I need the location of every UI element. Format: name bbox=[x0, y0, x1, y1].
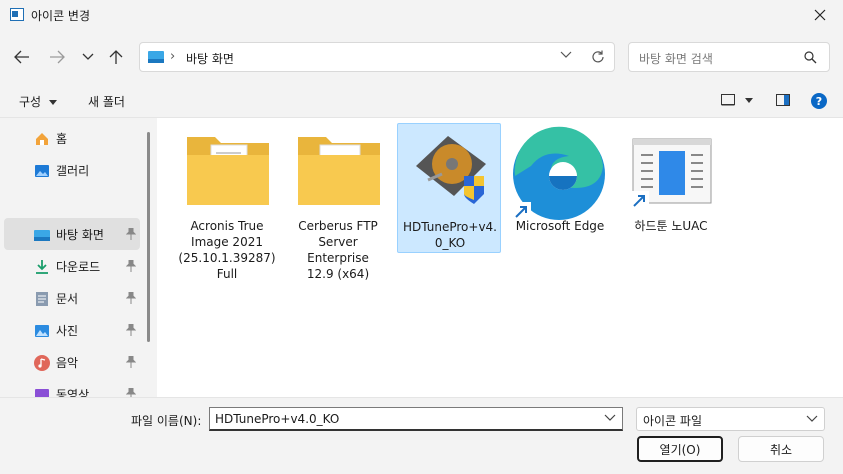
file-name: Cerberus FTP Server Enterprise 12.9 (x64… bbox=[298, 219, 378, 281]
filetype-value: 아이콘 파일 bbox=[643, 414, 703, 428]
document-icon bbox=[36, 292, 48, 306]
filetype-select[interactable]: 아이콘 파일 bbox=[636, 407, 825, 431]
filename-input[interactable]: HDTunePro+v4.0_KO bbox=[209, 407, 623, 431]
hdd-shield-icon bbox=[416, 136, 486, 204]
dialog-footer: 파일 이름(N): HDTunePro+v4.0_KO 아이콘 파일 열기(O)… bbox=[0, 397, 843, 474]
arrow-up-icon bbox=[109, 50, 123, 64]
window-title: 아이콘 변경 bbox=[31, 9, 91, 23]
file-item-edge[interactable]: Microsoft Edge bbox=[508, 123, 612, 253]
edge-icon bbox=[511, 126, 605, 222]
command-bar: 구성 새 폴더 ? bbox=[0, 86, 843, 116]
video-icon bbox=[35, 389, 49, 397]
cancel-button[interactable]: 취소 bbox=[738, 436, 824, 462]
help-button[interactable]: ? bbox=[811, 93, 827, 112]
chevron-down-icon[interactable] bbox=[560, 51, 572, 59]
pin-icon bbox=[126, 260, 136, 272]
sidebar-item-label: 다운로드 bbox=[56, 260, 101, 274]
sidebar-item-label: 동영상 bbox=[56, 388, 90, 397]
file-name: HDTunePro+v4. 0_KO bbox=[402, 220, 497, 250]
folder-icon bbox=[298, 137, 380, 205]
file-name: 하드툰 노UAC bbox=[634, 219, 708, 233]
chevron-down-icon bbox=[82, 53, 94, 60]
arrow-right-icon bbox=[50, 50, 65, 64]
file-name: Acronis True Image 2021 (25.10.1.39287) … bbox=[178, 219, 276, 281]
close-icon bbox=[814, 9, 826, 21]
filename-label: 파일 이름(N): bbox=[131, 414, 202, 428]
file-item-hardtoon-nouac[interactable]: 하드툰 노UAC bbox=[619, 123, 723, 253]
sidebar-item-gallery[interactable]: 갤러리 bbox=[4, 154, 140, 186]
caret-down-icon bbox=[744, 98, 753, 103]
desktop-icon bbox=[148, 51, 164, 63]
sidebar-item-videos[interactable]: 동영상 bbox=[4, 378, 140, 397]
preview-pane-icon bbox=[776, 94, 790, 106]
view-options-button[interactable] bbox=[721, 94, 753, 109]
breadcrumb-separator: › bbox=[170, 49, 176, 64]
sidebar-item-label: 홈 bbox=[56, 132, 68, 146]
sidebar-item-label: 바탕 화면 bbox=[56, 228, 104, 242]
gallery-icon bbox=[35, 165, 49, 177]
sidebar-scrollbar[interactable] bbox=[147, 132, 150, 342]
home-icon bbox=[36, 133, 48, 145]
refresh-icon[interactable] bbox=[590, 49, 606, 65]
file-name: Microsoft Edge bbox=[515, 219, 605, 233]
search-input[interactable]: 바탕 화면 검색 bbox=[628, 42, 830, 72]
sidebar-item-label: 갤러리 bbox=[56, 164, 90, 178]
title-bar: 아이콘 변경 bbox=[0, 0, 843, 30]
picture-icon bbox=[35, 325, 49, 337]
file-item-acronis[interactable]: Acronis True Image 2021 (25.10.1.39287) … bbox=[175, 123, 279, 281]
address-bar[interactable]: › 바탕 화면 bbox=[139, 42, 615, 72]
desktop-icon bbox=[34, 230, 50, 241]
organize-button[interactable]: 구성 bbox=[19, 93, 57, 110]
up-button[interactable] bbox=[105, 46, 127, 68]
folder-icon bbox=[187, 137, 269, 205]
view-icon bbox=[721, 94, 735, 106]
pin-icon bbox=[126, 356, 136, 368]
svg-text:?: ? bbox=[816, 95, 822, 108]
sidebar-item-desktop[interactable]: 바탕 화면 bbox=[4, 218, 140, 250]
sidebar-item-downloads[interactable]: 다운로드 bbox=[4, 250, 140, 282]
close-button[interactable] bbox=[797, 0, 843, 30]
navigation-bar: › 바탕 화면 바탕 화면 검색 bbox=[0, 34, 843, 80]
organize-label: 구성 bbox=[19, 95, 42, 109]
back-button[interactable] bbox=[11, 46, 33, 68]
pin-icon bbox=[126, 388, 136, 397]
pin-icon bbox=[126, 292, 136, 304]
file-item-hdtunepro[interactable]: HDTunePro+v4. 0_KO bbox=[397, 123, 501, 253]
sidebar-item-pictures[interactable]: 사진 bbox=[4, 314, 140, 346]
forward-button[interactable] bbox=[46, 46, 68, 68]
filename-value[interactable]: HDTunePro+v4.0_KO bbox=[215, 412, 339, 426]
sidebar-item-label: 사진 bbox=[56, 324, 79, 338]
sidebar-item-label: 음악 bbox=[56, 356, 79, 370]
navigation-pane: 홈 갤러리 바탕 화면 다운로드 문서 사진 음악 동영상 bbox=[0, 118, 150, 397]
help-icon: ? bbox=[811, 93, 827, 109]
download-icon bbox=[36, 260, 48, 274]
chevron-down-icon[interactable] bbox=[604, 414, 616, 422]
sidebar-item-home[interactable]: 홈 bbox=[4, 122, 140, 154]
caret-down-icon bbox=[48, 100, 57, 105]
window-app-icon bbox=[10, 8, 24, 21]
sidebar-item-documents[interactable]: 문서 bbox=[4, 282, 140, 314]
search-placeholder: 바탕 화면 검색 bbox=[639, 52, 713, 66]
file-list: Acronis True Image 2021 (25.10.1.39287) … bbox=[157, 118, 843, 397]
chevron-down-icon bbox=[806, 415, 818, 422]
recent-locations-button[interactable] bbox=[77, 46, 99, 68]
app-window-icon bbox=[629, 138, 712, 211]
pin-icon bbox=[126, 228, 136, 240]
sidebar-item-music[interactable]: 음악 bbox=[4, 346, 140, 378]
file-item-cerberus[interactable]: Cerberus FTP Server Enterprise 12.9 (x64… bbox=[286, 123, 390, 281]
open-button[interactable]: 열기(O) bbox=[637, 436, 723, 462]
arrow-left-icon bbox=[14, 50, 29, 64]
breadcrumb-desktop[interactable]: 바탕 화면 bbox=[186, 50, 234, 67]
search-icon bbox=[804, 51, 817, 64]
preview-pane-button[interactable] bbox=[776, 94, 790, 109]
new-folder-button[interactable]: 새 폴더 bbox=[88, 93, 125, 110]
music-icon bbox=[34, 355, 50, 371]
sidebar-item-label: 문서 bbox=[56, 292, 79, 306]
pin-icon bbox=[126, 324, 136, 336]
